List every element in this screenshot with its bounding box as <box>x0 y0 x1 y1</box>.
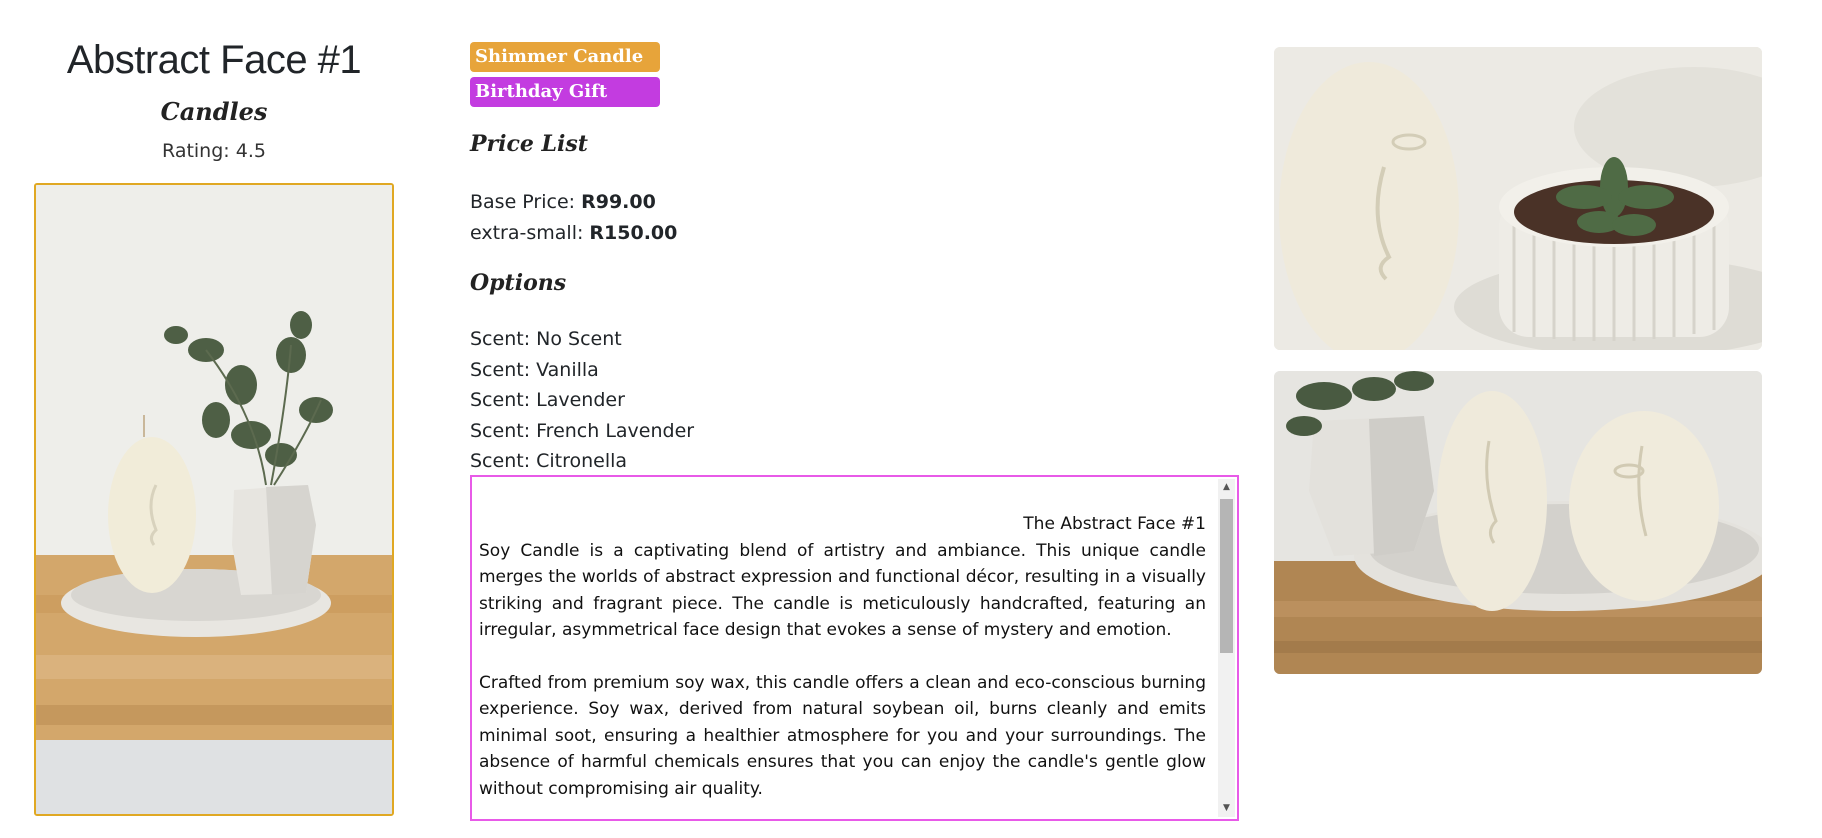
product-summary: Abstract Face #1 Candles Rating: 4.5 <box>34 0 394 816</box>
price-label: extra-small: <box>470 222 584 244</box>
scroll-up-arrow-icon[interactable]: ▲ <box>1218 479 1235 496</box>
description-paragraph: Crafted from premium soy wax, this candl… <box>479 672 1206 799</box>
price-item: Base Price: R99.00 <box>470 187 677 218</box>
product-category: Candles <box>160 97 268 126</box>
option-item: Scent: Lavender <box>470 389 625 411</box>
description-paragraph: Soy Candle is a captivating blend of art… <box>479 540 1206 641</box>
price-list-heading: Price List <box>470 131 588 157</box>
options-list: Scent: No Scent Scent: Vanilla Scent: La… <box>470 324 694 477</box>
product-thumbnail[interactable] <box>1274 371 1762 674</box>
price-item: extra-small: R150.00 <box>470 218 677 249</box>
product-rating: Rating: 4.5 <box>162 140 266 162</box>
badge-birthday-gift[interactable]: Birthday Gift <box>470 77 660 107</box>
product-thumbnail[interactable] <box>1274 47 1762 350</box>
option-item: Scent: Citronella <box>470 450 628 472</box>
price-list: Base Price: R99.00 extra-small: R150.00 <box>470 187 677 249</box>
option-item: Scent: No Scent <box>470 328 622 350</box>
description-content: The Abstract Face #1 Soy Candle is a cap… <box>479 511 1206 819</box>
scroll-down-arrow-icon[interactable]: ▼ <box>1218 800 1235 817</box>
price-value: R99.00 <box>581 191 656 213</box>
description-scrollbar[interactable]: ▲ ▼ <box>1218 479 1235 817</box>
options-heading: Options <box>470 270 567 296</box>
price-value: R150.00 <box>589 222 678 244</box>
description-title: The Abstract Face #1 <box>1023 514 1206 534</box>
product-title: Abstract Face #1 <box>66 38 362 82</box>
badge-shimmer-candle[interactable]: Shimmer Candle <box>470 42 660 72</box>
description-textarea[interactable]: The Abstract Face #1 Soy Candle is a cap… <box>470 475 1239 821</box>
scrollbar-thumb[interactable] <box>1220 499 1233 653</box>
option-item: Scent: Vanilla <box>470 358 599 381</box>
price-label: Base Price: <box>470 191 576 213</box>
main-product-image[interactable] <box>34 183 394 816</box>
option-item: Scent: French Lavender <box>470 419 695 442</box>
